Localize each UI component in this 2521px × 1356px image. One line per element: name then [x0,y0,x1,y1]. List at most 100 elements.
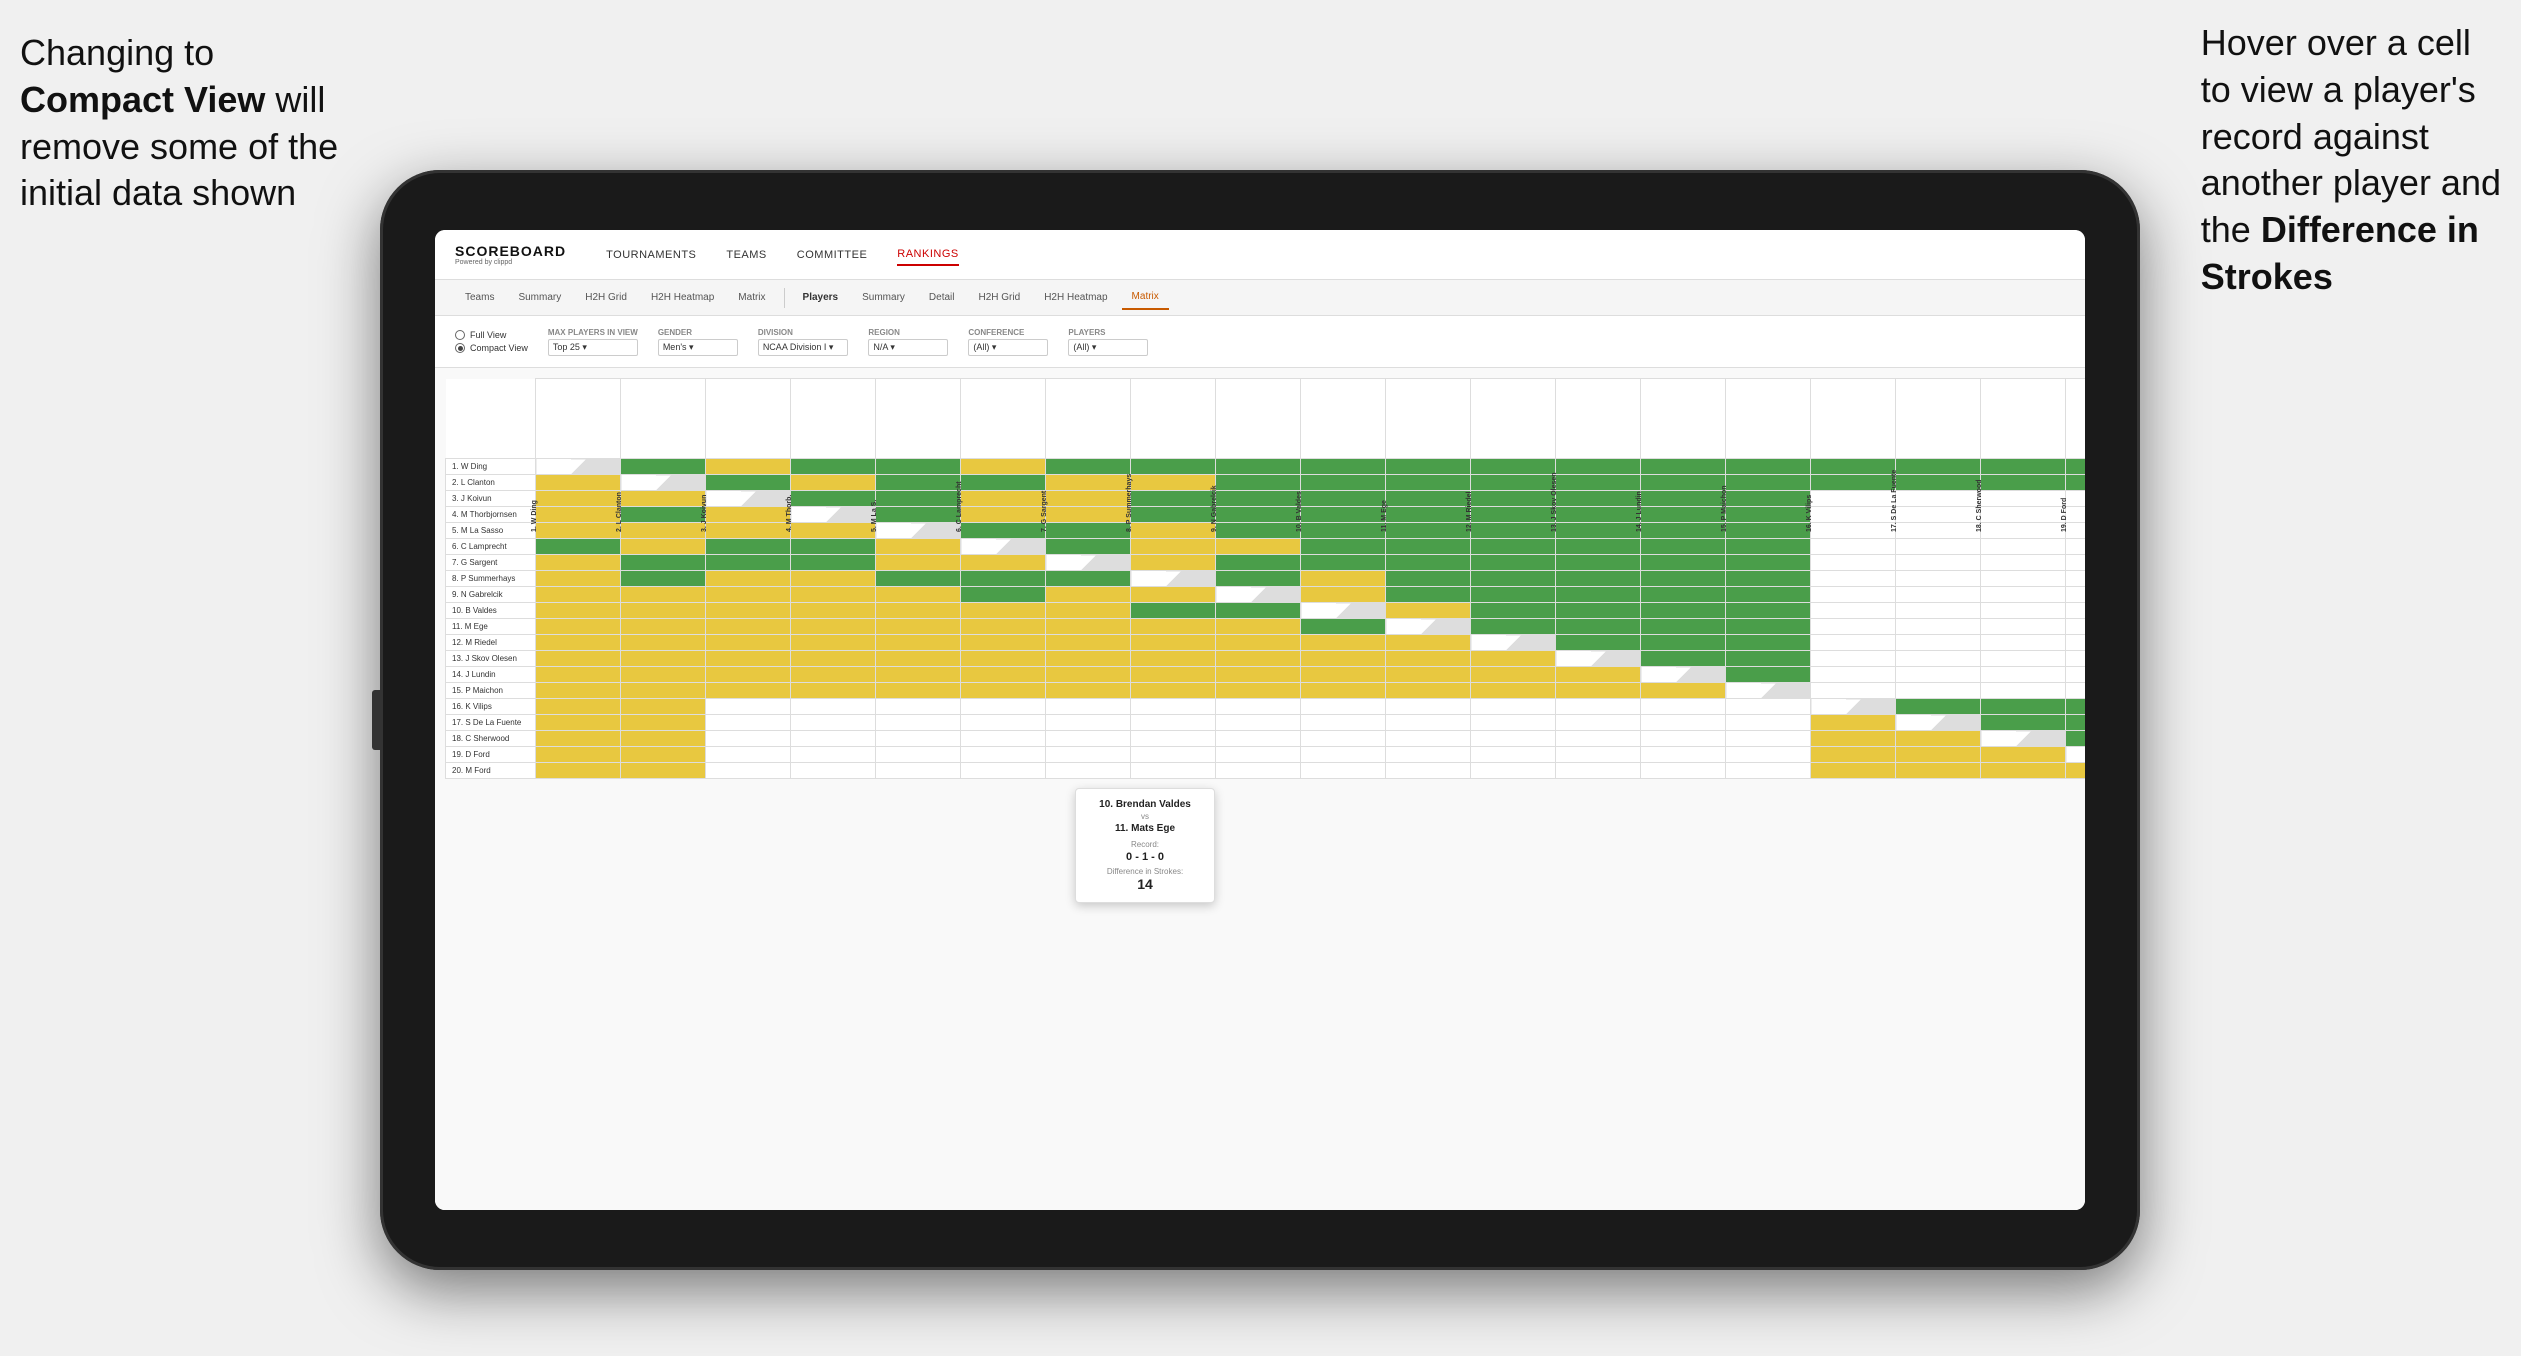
matrix-cell[interactable] [876,459,961,475]
matrix-cell[interactable] [1811,699,1896,715]
matrix-cell[interactable] [1556,747,1641,763]
matrix-cell[interactable] [791,523,876,539]
matrix-cell[interactable] [1811,571,1896,587]
matrix-cell[interactable] [1726,731,1811,747]
matrix-cell[interactable] [2066,603,2086,619]
nav-rankings[interactable]: RANKINGS [897,244,958,266]
matrix-cell[interactable] [1301,507,1386,523]
matrix-cell[interactable] [1131,491,1216,507]
matrix-cell[interactable] [791,651,876,667]
matrix-cell[interactable] [706,587,791,603]
matrix-cell[interactable] [706,763,791,779]
matrix-cell[interactable] [1216,651,1301,667]
matrix-cell[interactable] [1216,619,1301,635]
radio-compact[interactable] [455,343,465,353]
matrix-cell[interactable] [1981,635,2066,651]
matrix-cell[interactable] [1386,731,1471,747]
matrix-cell[interactable] [706,459,791,475]
matrix-cell[interactable] [621,555,706,571]
matrix-cell[interactable] [1811,555,1896,571]
view-compact-option[interactable]: Compact View [455,343,528,353]
matrix-cell[interactable] [536,683,621,699]
matrix-cell[interactable] [1131,459,1216,475]
matrix-cell[interactable] [1471,651,1556,667]
matrix-cell[interactable] [1556,651,1641,667]
matrix-cell[interactable] [1131,667,1216,683]
matrix-cell[interactable] [621,523,706,539]
matrix-cell[interactable] [2066,555,2086,571]
matrix-cell[interactable] [791,731,876,747]
matrix-cell[interactable] [1471,571,1556,587]
matrix-cell[interactable] [621,475,706,491]
matrix-cell[interactable] [1216,523,1301,539]
matrix-container[interactable]: 1. W Ding 2. L Clanton 3. J Koivun 4. M … [435,368,2085,1210]
matrix-cell[interactable] [791,555,876,571]
matrix-cell[interactable] [536,699,621,715]
matrix-cell[interactable] [536,667,621,683]
matrix-cell[interactable] [2066,619,2086,635]
matrix-cell[interactable] [1811,491,1896,507]
matrix-cell[interactable] [1981,507,2066,523]
matrix-cell[interactable] [1726,699,1811,715]
matrix-cell[interactable] [536,539,621,555]
matrix-cell[interactable] [1216,475,1301,491]
matrix-cell[interactable] [791,763,876,779]
matrix-cell[interactable] [1471,619,1556,635]
matrix-cell[interactable] [961,683,1046,699]
matrix-cell[interactable] [1131,587,1216,603]
matrix-cell[interactable] [706,571,791,587]
sub-nav-matrix1[interactable]: Matrix [728,286,775,309]
matrix-cell[interactable] [1386,715,1471,731]
matrix-cell[interactable] [1641,491,1726,507]
matrix-cell[interactable] [1981,491,2066,507]
matrix-cell[interactable] [536,651,621,667]
matrix-cell[interactable] [1981,651,2066,667]
matrix-cell[interactable] [876,699,961,715]
matrix-cell[interactable] [1981,683,2066,699]
matrix-cell[interactable] [1471,539,1556,555]
matrix-cell[interactable] [961,571,1046,587]
matrix-cell[interactable] [2066,571,2086,587]
matrix-cell[interactable] [1386,459,1471,475]
matrix-cell[interactable] [961,619,1046,635]
matrix-cell[interactable] [1981,555,2066,571]
nav-teams[interactable]: TEAMS [726,245,766,265]
matrix-cell[interactable] [1896,571,1981,587]
matrix-cell[interactable] [876,475,961,491]
matrix-cell[interactable] [876,715,961,731]
matrix-cell[interactable] [1896,539,1981,555]
matrix-cell[interactable] [791,491,876,507]
matrix-cell[interactable] [1301,571,1386,587]
matrix-cell[interactable] [1726,619,1811,635]
matrix-cell[interactable] [1981,523,2066,539]
matrix-cell[interactable] [1726,603,1811,619]
matrix-cell[interactable] [1811,715,1896,731]
matrix-cell[interactable] [706,491,791,507]
matrix-cell[interactable] [1216,699,1301,715]
matrix-cell[interactable] [961,491,1046,507]
matrix-cell[interactable] [1811,651,1896,667]
sub-nav-teams[interactable]: Teams [455,286,504,309]
matrix-cell[interactable] [961,747,1046,763]
matrix-cell[interactable] [1726,523,1811,539]
matrix-cell[interactable] [1981,763,2066,779]
matrix-cell[interactable] [1301,635,1386,651]
matrix-cell[interactable] [1301,651,1386,667]
matrix-cell[interactable] [1386,763,1471,779]
matrix-cell[interactable] [1386,539,1471,555]
matrix-cell[interactable] [706,523,791,539]
matrix-cell[interactable] [1046,715,1131,731]
matrix-cell[interactable] [536,603,621,619]
matrix-cell[interactable] [791,715,876,731]
matrix-cell[interactable] [1556,459,1641,475]
matrix-cell[interactable] [621,635,706,651]
matrix-cell[interactable] [791,459,876,475]
matrix-cell[interactable] [1301,475,1386,491]
matrix-cell[interactable] [876,635,961,651]
matrix-cell[interactable] [961,587,1046,603]
matrix-cell[interactable] [621,507,706,523]
matrix-cell[interactable] [1556,763,1641,779]
matrix-cell[interactable] [1471,587,1556,603]
matrix-cell[interactable] [1386,587,1471,603]
matrix-cell[interactable] [536,715,621,731]
